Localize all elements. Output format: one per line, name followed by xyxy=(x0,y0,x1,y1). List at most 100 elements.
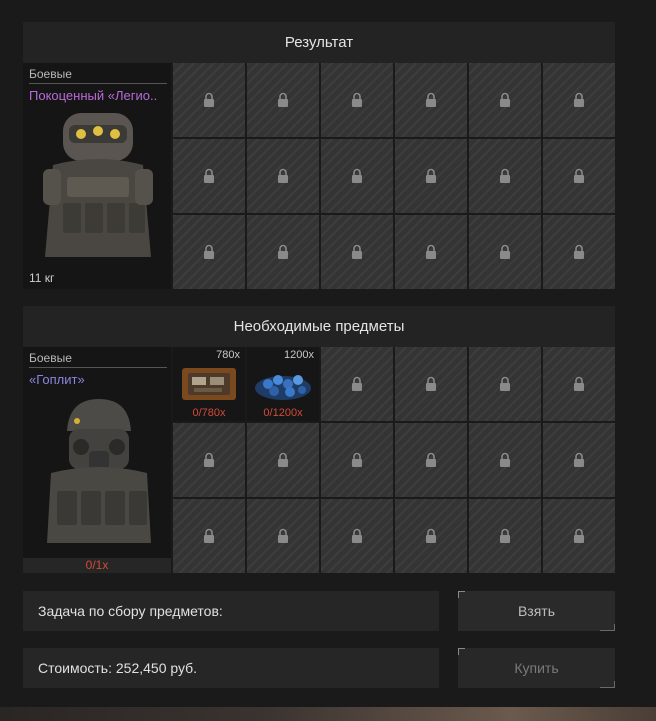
item-name: «Гоплит» xyxy=(29,372,85,387)
lock-icon xyxy=(352,244,362,259)
required-header: Необходимые предметы xyxy=(23,306,615,347)
buy-button[interactable]: Купить xyxy=(458,648,615,688)
locked-slot xyxy=(469,423,541,497)
task-label-box: Задача по сбору предметов: xyxy=(23,591,439,631)
lock-icon xyxy=(204,528,214,543)
cost-box: Стоимость: 252,450 руб. xyxy=(23,648,439,688)
lock-icon xyxy=(278,452,288,467)
locked-slot xyxy=(469,63,541,137)
locked-slot xyxy=(469,499,541,573)
item-weight: 11 кг xyxy=(29,271,55,285)
lock-icon xyxy=(574,168,584,183)
take-button[interactable]: Взять xyxy=(458,591,615,631)
locked-slot xyxy=(321,499,393,573)
locked-slot xyxy=(247,215,319,289)
lock-icon xyxy=(426,168,436,183)
result-body: Боевые Покоценный «Легио.. 11 кг xyxy=(23,63,615,289)
lock-icon xyxy=(574,244,584,259)
locked-slot xyxy=(173,139,245,213)
lock-icon xyxy=(352,168,362,183)
lock-icon xyxy=(500,92,510,107)
locked-slot xyxy=(395,63,467,137)
material-slot[interactable]: 780x 0/780x xyxy=(173,347,245,421)
lock-icon xyxy=(352,376,362,391)
locked-slot xyxy=(173,499,245,573)
locked-slot xyxy=(173,63,245,137)
material-count: 780x xyxy=(216,349,240,361)
lock-icon xyxy=(204,244,214,259)
take-button-label: Взять xyxy=(517,603,556,619)
component-case-icon xyxy=(182,368,236,400)
lock-icon xyxy=(352,92,362,107)
buy-button-label: Купить xyxy=(514,660,559,676)
material-progress: 0/1200x xyxy=(263,407,303,419)
lock-icon xyxy=(204,92,214,107)
locked-slot xyxy=(543,423,615,497)
item-progress: 0/1x xyxy=(23,558,171,573)
lock-icon xyxy=(500,244,510,259)
locked-slot xyxy=(321,215,393,289)
lock-icon xyxy=(204,168,214,183)
required-panel: Необходимые предметы Боевые «Гоплит» 0/1… xyxy=(23,306,615,573)
locked-slot xyxy=(321,139,393,213)
button-corner xyxy=(458,591,465,598)
hoplite-armor-icon xyxy=(47,399,151,543)
required-item-card[interactable]: Боевые «Гоплит» 0/1x xyxy=(23,347,171,573)
locked-slot xyxy=(395,423,467,497)
bottom-glow xyxy=(0,707,656,721)
lock-icon xyxy=(426,528,436,543)
locked-slot xyxy=(543,139,615,213)
locked-slot xyxy=(321,63,393,137)
locked-slot xyxy=(469,215,541,289)
material-slot[interactable]: 1200x 0/1200x xyxy=(247,347,319,421)
locked-slot xyxy=(469,139,541,213)
blue-crystals-icon xyxy=(255,375,311,400)
locked-slot xyxy=(543,215,615,289)
locked-slot xyxy=(173,423,245,497)
lock-icon xyxy=(352,528,362,543)
lock-icon xyxy=(574,376,584,391)
locked-slot xyxy=(247,139,319,213)
result-slot-grid xyxy=(173,63,615,289)
lock-icon xyxy=(500,376,510,391)
lock-icon xyxy=(278,244,288,259)
lock-icon xyxy=(426,92,436,107)
result-panel: Результат Боевые Покоценный «Легио.. 11 … xyxy=(23,22,615,289)
locked-slot xyxy=(395,347,467,421)
material-count: 1200x xyxy=(284,349,314,361)
locked-slot xyxy=(543,347,615,421)
item-category: Боевые xyxy=(29,351,167,368)
lock-icon xyxy=(426,452,436,467)
button-corner xyxy=(458,648,465,655)
button-corner xyxy=(600,624,615,631)
lock-icon xyxy=(500,528,510,543)
lock-icon xyxy=(426,244,436,259)
task-label: Задача по сбору предметов: xyxy=(38,603,223,619)
locked-slot xyxy=(469,347,541,421)
item-category: Боевые xyxy=(29,67,167,84)
result-item-card[interactable]: Боевые Покоценный «Легио.. 11 кг xyxy=(23,63,171,289)
lock-icon xyxy=(352,452,362,467)
armor-suit-icon xyxy=(43,113,153,257)
lock-icon xyxy=(574,528,584,543)
item-name: Покоценный «Легио.. xyxy=(29,88,158,103)
required-body: Боевые «Гоплит» 0/1x 780x 0/780x 1200x 0… xyxy=(23,347,615,573)
locked-slot xyxy=(173,215,245,289)
lock-icon xyxy=(574,92,584,107)
lock-icon xyxy=(500,452,510,467)
locked-slot xyxy=(247,63,319,137)
locked-slot xyxy=(321,423,393,497)
locked-slot xyxy=(247,423,319,497)
result-header: Результат xyxy=(23,22,615,63)
lock-icon xyxy=(500,168,510,183)
locked-slot xyxy=(247,499,319,573)
lock-icon xyxy=(426,376,436,391)
locked-slot xyxy=(543,63,615,137)
locked-slot xyxy=(395,139,467,213)
locked-slot xyxy=(395,499,467,573)
locked-slot xyxy=(395,215,467,289)
lock-icon xyxy=(204,452,214,467)
lock-icon xyxy=(574,452,584,467)
button-corner xyxy=(600,681,615,688)
lock-icon xyxy=(278,528,288,543)
